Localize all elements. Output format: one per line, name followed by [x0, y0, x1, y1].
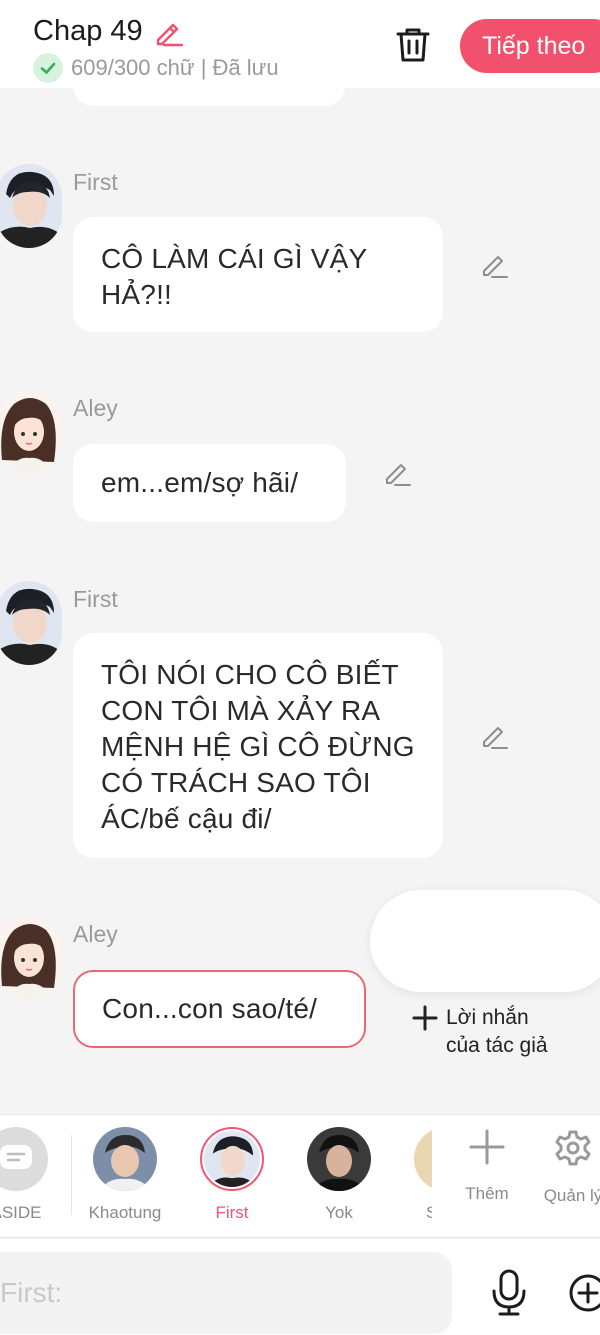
avatar-first[interactable]: [0, 164, 62, 248]
avatar-aley[interactable]: [0, 916, 62, 1000]
speaker-name: Aley: [73, 921, 118, 947]
avatar-aley[interactable]: [0, 390, 62, 474]
trash-icon[interactable]: [395, 26, 431, 64]
edit-message-icon[interactable]: [480, 722, 508, 750]
manage-characters-button[interactable]: Quản lý: [528, 1129, 600, 1206]
character-partial[interactable]: S: [414, 1127, 432, 1227]
speaker-name: First: [73, 586, 118, 612]
microphone-icon[interactable]: [490, 1269, 528, 1317]
chapter-title: Chap 49: [33, 15, 143, 47]
message-bubble[interactable]: CÔ LÀM CÁI GÌ VẬY HẢ?!!: [73, 217, 443, 332]
speaker-name: First: [73, 169, 118, 195]
character-khaotung[interactable]: Khaotung: [85, 1127, 165, 1223]
avatar: [414, 1127, 432, 1191]
top-bar: Chap 49 609/300 chữ | Đã lưu Tiếp theo: [0, 0, 600, 88]
composer-bar: [0, 1239, 600, 1335]
aside-icon: [0, 1127, 48, 1191]
avatar: [307, 1127, 371, 1191]
character-yok[interactable]: Yok: [299, 1127, 379, 1223]
character-aside[interactable]: ASIDE: [0, 1127, 56, 1223]
next-button[interactable]: Tiếp theo: [460, 19, 600, 73]
avatar: [200, 1127, 264, 1191]
divider: [71, 1135, 72, 1215]
plus-icon: [469, 1129, 505, 1165]
character-first[interactable]: First: [192, 1127, 272, 1223]
author-note-label: Lời nhắn của tác giả: [446, 1006, 548, 1057]
message-bubble[interactable]: em...em/sợ hãi/: [73, 444, 346, 522]
word-count-status: 609/300 chữ | Đã lưu: [71, 55, 279, 80]
author-note-button[interactable]: [370, 890, 600, 992]
edit-message-icon[interactable]: [383, 459, 411, 487]
check-icon: [33, 53, 63, 83]
edit-message-icon[interactable]: [480, 251, 508, 279]
avatar-first[interactable]: [0, 581, 62, 665]
save-status: 609/300 chữ | Đã lưu: [33, 53, 279, 83]
avatar: [93, 1127, 157, 1191]
gear-icon: [555, 1130, 591, 1166]
message-bubble[interactable]: TÔI NÓI CHO CÔ BIẾT CON TÔI MÀ XẢY RA MỆ…: [73, 633, 443, 858]
message-input[interactable]: [0, 1252, 452, 1334]
add-character-button[interactable]: Thêm: [442, 1129, 532, 1204]
previous-message-bubble[interactable]: [73, 88, 345, 106]
edit-title-icon[interactable]: [152, 16, 184, 48]
plus-icon: [412, 1005, 438, 1031]
add-circle-icon[interactable]: [568, 1273, 600, 1313]
speaker-name: Aley: [73, 395, 118, 421]
selected-message-bubble[interactable]: Con...con sao/té/: [73, 970, 366, 1048]
character-bar: ASIDE Khaotung First Yok S Thêm Qu: [0, 1114, 600, 1238]
